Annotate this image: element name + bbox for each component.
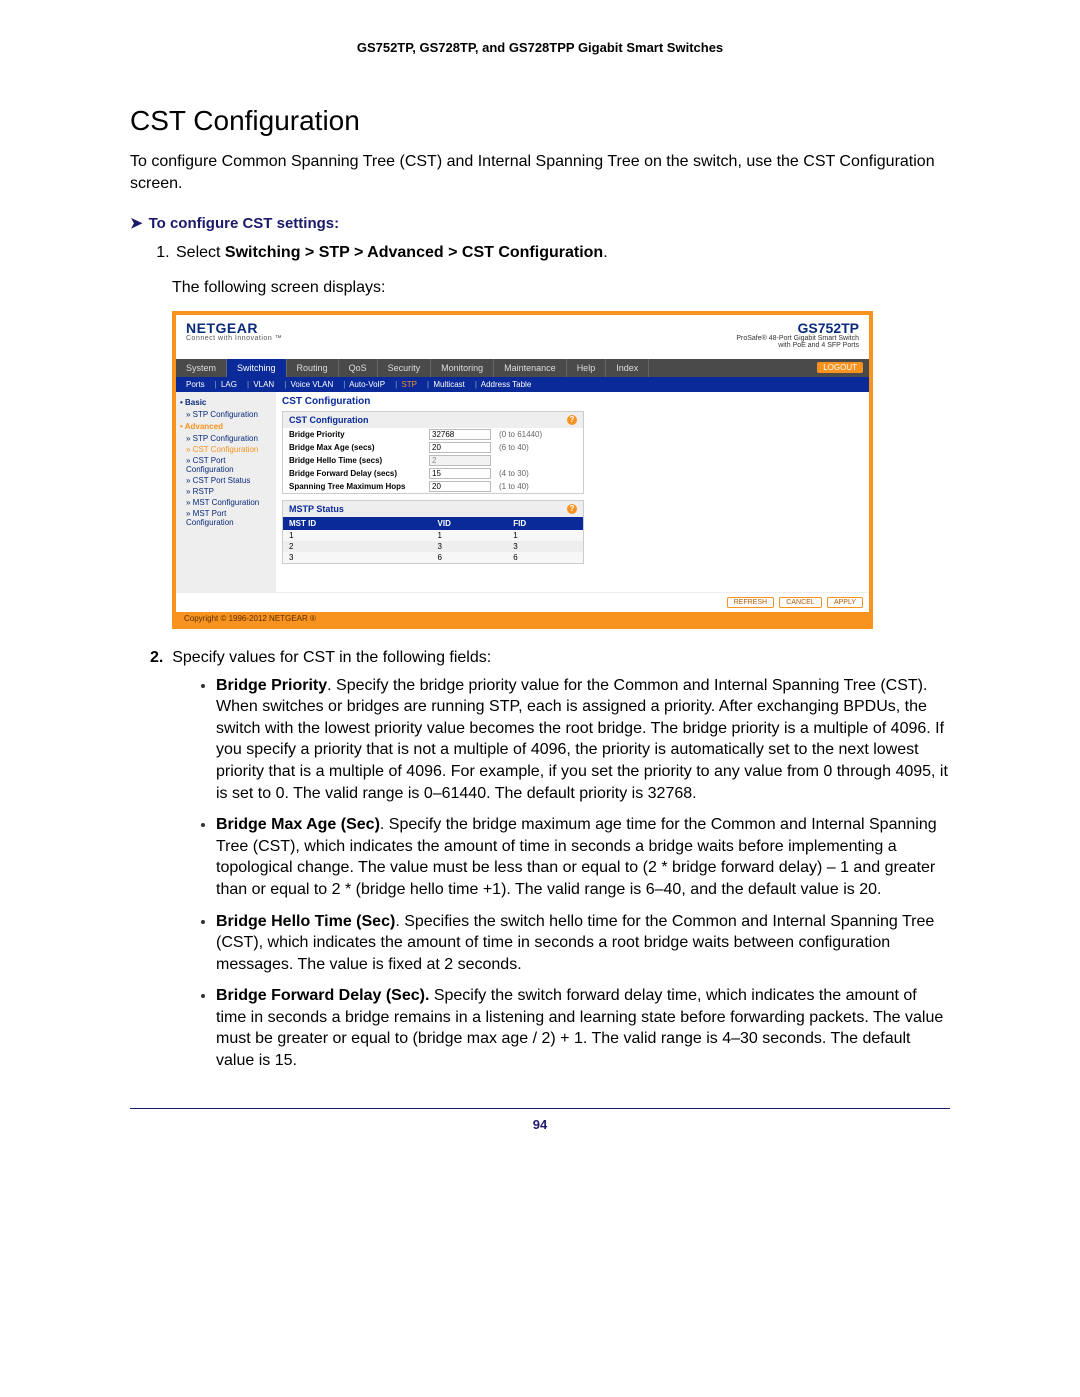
running-header: GS752TP, GS728TP, and GS728TPP Gigabit S…: [130, 40, 950, 55]
tab-monitoring[interactable]: Monitoring: [431, 359, 494, 377]
subtab-vlan[interactable]: VLAN: [253, 380, 274, 389]
max-hops-input[interactable]: 20: [429, 481, 491, 492]
sub-tabbar: Ports| LAG| VLAN| Voice VLAN| Auto-VoIP|…: [176, 377, 869, 392]
sidebar-cst-port[interactable]: » CST Port Configuration: [180, 455, 272, 475]
bridge-max-age-input[interactable]: 20: [429, 442, 491, 453]
sidebar-basic[interactable]: • Basic: [180, 396, 272, 409]
procedure-heading: ➤To configure CST settings:: [130, 214, 950, 232]
intro-paragraph: To configure Common Spanning Tree (CST) …: [130, 151, 950, 194]
sidebar-cst-config[interactable]: » CST Configuration: [180, 444, 272, 455]
sidebar-stp-config2[interactable]: » STP Configuration: [180, 433, 272, 444]
cst-config-panel: CST Configuration? Bridge Priority32768(…: [282, 411, 584, 494]
tab-routing[interactable]: Routing: [287, 359, 339, 377]
help-icon[interactable]: ?: [567, 415, 577, 425]
sidebar-mst-config[interactable]: » MST Configuration: [180, 497, 272, 508]
cancel-button[interactable]: CANCEL: [779, 597, 821, 608]
footer-rule: [130, 1108, 950, 1109]
step-2: 2. Specify values for CST in the followi…: [150, 649, 950, 667]
mstp-status-panel: MSTP Status? MST ID VID FID 111 233 366: [282, 500, 584, 564]
sidebar-cst-port-status[interactable]: » CST Port Status: [180, 475, 272, 486]
main-tabbar: System Switching Routing QoS Security Mo…: [176, 359, 869, 377]
subtab-multicast[interactable]: Multicast: [433, 380, 465, 389]
subtab-auto-voip[interactable]: Auto-VoIP: [349, 380, 385, 389]
tab-help[interactable]: Help: [567, 359, 607, 377]
subtab-stp[interactable]: STP: [401, 380, 417, 389]
subtab-ports[interactable]: Ports: [186, 380, 205, 389]
sidebar: • Basic » STP Configuration • Advanced »…: [176, 392, 276, 592]
tab-qos[interactable]: QoS: [339, 359, 378, 377]
logout-button[interactable]: LOGOUT: [817, 362, 863, 373]
copyright-bar: Copyright © 1996-2012 NETGEAR ®: [176, 612, 869, 625]
field-descriptions: Bridge Priority. Specify the bridge prio…: [174, 675, 950, 1072]
model-label: GS752TP ProSafe® 48-Port Gigabit Smart S…: [736, 321, 859, 349]
help-icon[interactable]: ?: [567, 504, 577, 514]
action-buttons: REFRESH CANCEL APPLY: [176, 592, 869, 612]
subtab-lag[interactable]: LAG: [221, 380, 237, 389]
page-number: 94: [130, 1117, 950, 1132]
tab-switching[interactable]: Switching: [227, 359, 287, 377]
refresh-button[interactable]: REFRESH: [727, 597, 774, 608]
tab-maintenance[interactable]: Maintenance: [494, 359, 567, 377]
step-1: Select Switching > STP > Advanced > CST …: [174, 242, 950, 264]
brand-logo: NETGEARConnect with Innovation ™: [186, 321, 282, 342]
sidebar-advanced[interactable]: • Advanced: [180, 420, 272, 433]
section-title: CST Configuration: [130, 105, 950, 137]
step-1-note: The following screen displays:: [172, 279, 950, 297]
subtab-address-table[interactable]: Address Table: [481, 380, 532, 389]
sidebar-stp-config[interactable]: » STP Configuration: [180, 409, 272, 420]
chevron-icon: ➤: [130, 215, 143, 232]
apply-button[interactable]: APPLY: [827, 597, 863, 608]
tab-system[interactable]: System: [176, 359, 227, 377]
sidebar-rstp[interactable]: » RSTP: [180, 486, 272, 497]
bridge-forward-delay-input[interactable]: 15: [429, 468, 491, 479]
tab-security[interactable]: Security: [378, 359, 432, 377]
screenshot-figure: NETGEARConnect with Innovation ™ GS752TP…: [172, 311, 873, 629]
sidebar-mst-port[interactable]: » MST Port Configuration: [180, 508, 272, 528]
tab-index[interactable]: Index: [606, 359, 649, 377]
subtab-voice-vlan[interactable]: Voice VLAN: [291, 380, 334, 389]
bridge-priority-input[interactable]: 32768: [429, 429, 491, 440]
panel-heading: CST Configuration: [282, 396, 863, 407]
bridge-hello-time-input: 2: [429, 455, 491, 466]
